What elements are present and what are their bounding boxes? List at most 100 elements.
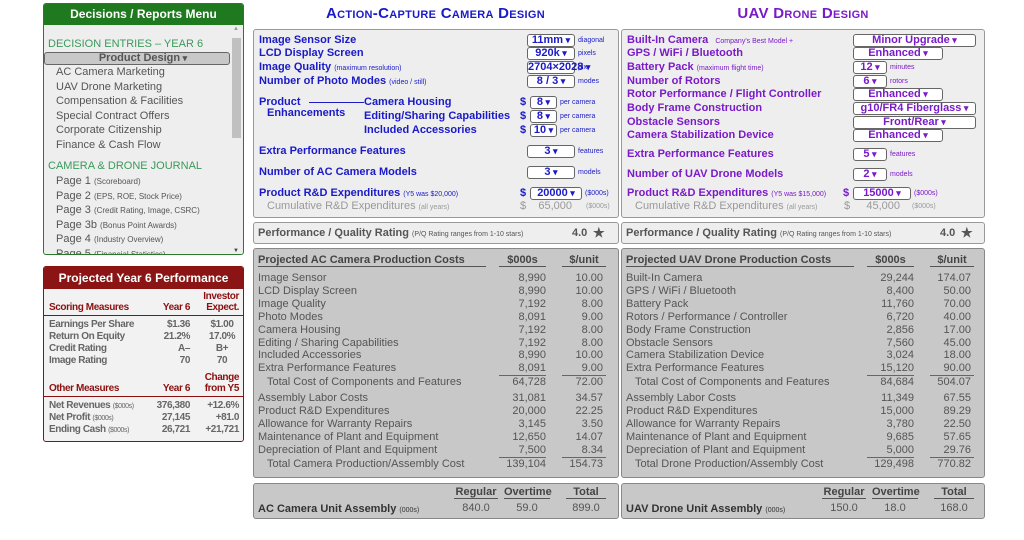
journal-page-link[interactable]: Page 3b (Bonus Point Awards) — [44, 218, 230, 233]
assembly-header-overtime: Overtime — [504, 486, 552, 499]
menu-item[interactable]: AC Camera Marketing — [44, 65, 230, 80]
lcd-dropdown[interactable]: 920k — [527, 47, 575, 60]
measure-expect: B+ — [215, 343, 229, 354]
stab-label: Camera Stabilization Device — [627, 129, 774, 141]
expect-header: Expect. — [206, 302, 239, 313]
other-unit: ($000s) — [92, 415, 114, 422]
cost-row-000s: 2,856 — [886, 323, 914, 336]
extra-dropdown[interactable]: 5 — [853, 148, 887, 161]
measure-label: Credit Rating — [49, 343, 107, 354]
cost-row-label: Battery Pack — [626, 297, 689, 310]
journal-page-link[interactable]: Page 3 (Credit Rating, Image, CSRC) — [44, 203, 230, 218]
journal-page-link[interactable]: Page 5 (Financial Statistics) — [44, 247, 230, 255]
other-header: Other Measures — [49, 383, 119, 394]
camera-design-title: Action-Capture Camera Design — [325, 5, 546, 22]
cost-row-label: Maintenance of Plant and Equipment — [626, 430, 807, 443]
rotorperf-label-text: Rotor Performance / Flight Controller — [627, 88, 822, 100]
camera-note: Company's Best Model + — [715, 38, 794, 45]
journal-page-link[interactable]: Page 2 (EPS, ROE, Stock Price) — [44, 189, 230, 204]
investor-header: Investor — [203, 291, 239, 302]
menu-item[interactable]: Compensation & Facilities — [44, 94, 230, 109]
dollar-sign: $ — [843, 187, 850, 199]
menu-item[interactable]: UAV Drone Marketing — [44, 80, 230, 95]
journal-page-number: Page 4 — [56, 233, 91, 245]
dollar-sign: $ — [520, 187, 527, 199]
accessories-dropdown[interactable]: 10 — [530, 124, 557, 137]
assembly-value-overtime: 59.0 — [516, 502, 538, 514]
extra-dropdown[interactable]: 3 — [527, 145, 575, 158]
journal-page-link[interactable]: Page 4 (Industry Overview) — [44, 232, 230, 247]
cost-row-label: Depreciation of Plant and Equipment — [626, 443, 806, 456]
rd-label: Product R&D Expenditures (Y5 was $20,000… — [259, 187, 458, 199]
housing-dropdown[interactable]: 8 — [530, 96, 557, 109]
frame-dropdown[interactable]: g10/FR4 Fiberglass — [853, 102, 976, 115]
camera-costs-table: Projected AC Camera Production Costs $000… — [253, 248, 619, 478]
rotors-dropdown[interactable]: 6 — [853, 75, 887, 88]
camera-dropdown[interactable]: Minor Upgrade — [853, 34, 976, 47]
assembly-note: (000s) — [399, 507, 420, 514]
assembly-value-overtime: 18.0 — [884, 502, 906, 514]
assembly-note: (000s) — [765, 507, 786, 514]
menu-item[interactable]: Finance & Cash Flow — [44, 138, 230, 153]
models-dropdown[interactable]: 2 — [853, 168, 887, 181]
subtotal-label: Total Cost of Components and Features — [267, 376, 462, 389]
battery-dropdown[interactable]: 12 — [853, 61, 887, 74]
cost-row-unit: 18.00 — [943, 349, 971, 362]
quality-dropdown[interactable]: 2704×2028 — [527, 61, 583, 74]
change-header: Change — [204, 372, 240, 383]
journal-page-desc: (Credit Rating, Image, CSRC) — [93, 206, 200, 215]
scroll-up-icon[interactable]: ▲ — [233, 26, 239, 32]
assembly-value-regular: 840.0 — [462, 502, 490, 514]
stab-dropdown[interactable]: Enhanced — [853, 129, 943, 142]
rating-value: 4.0 — [572, 227, 588, 239]
cost-row-000s: 7,192 — [518, 297, 546, 310]
cost-row-unit: 45.00 — [943, 336, 971, 349]
cost-row-000s: 7,560 — [886, 336, 914, 349]
cum-label: Cumulative R&D Expenditures (all years) — [635, 200, 817, 212]
obstacle-dropdown[interactable]: Front/Rear — [853, 116, 976, 129]
measure-expect: $1.00 — [210, 319, 234, 330]
modes-note: (video / still) — [389, 79, 427, 86]
rotorperf-dropdown[interactable]: Enhanced — [853, 88, 943, 101]
menu-scrollbar[interactable]: ▲ ▼ — [231, 26, 242, 254]
models-dropdown[interactable]: 3 — [527, 166, 575, 179]
models-unit: models — [578, 169, 601, 176]
extra-label-text: Extra Performance Features — [259, 145, 406, 157]
scoring-header: Scoring Measures — [49, 302, 129, 313]
quality-note: (maximum resolution) — [334, 65, 402, 72]
editing-dropdown[interactable]: 8 — [530, 110, 557, 123]
quality-label-text: Image Quality — [259, 61, 332, 73]
assembly-label: AC Camera Unit Assembly (000s) — [258, 503, 419, 515]
rating-note: (P/Q Rating ranges from 1-10 stars) — [780, 231, 892, 238]
scroll-thumb[interactable] — [232, 38, 241, 138]
cum-label: Cumulative R&D Expenditures (all years) — [267, 200, 449, 212]
cost-row-000s: 9,685 — [886, 430, 914, 443]
sensor-dropdown[interactable]: 11mm — [527, 34, 575, 47]
housing-label: Camera Housing — [364, 96, 451, 108]
subtotal-label: Total Cost of Components and Features — [635, 376, 830, 389]
rd-note: (Y5 was $20,000) — [403, 191, 459, 198]
cost-row-label: Rotors / Performance / Controller — [626, 310, 788, 323]
drone-rating-bar: Performance / Quality Rating (P/Q Rating… — [621, 222, 985, 244]
dollar-sign: $ — [520, 200, 527, 212]
menu-item[interactable]: Corporate Citizenship — [44, 123, 230, 138]
rotors-unit: rotors — [890, 78, 908, 85]
assembly-header-overtime: Overtime — [872, 486, 920, 499]
rd-label-text: Product R&D Expenditures — [259, 187, 401, 199]
rating-value: 4.0 — [940, 227, 956, 239]
menu-item[interactable]: Special Contract Offers — [44, 109, 230, 124]
col-000s-header: $000s — [867, 254, 914, 267]
scroll-down-icon[interactable]: ▼ — [233, 248, 239, 254]
rd-dropdown[interactable]: 20000 — [530, 187, 582, 200]
menu-item[interactable]: Product Design — [44, 52, 230, 65]
journal-page-link[interactable]: Page 1 (Scoreboard) — [44, 174, 230, 189]
dollar-sign: $ — [520, 124, 527, 136]
cost-row-unit: 29.76 — [943, 443, 971, 456]
battery-label-text: Battery Pack — [627, 61, 694, 73]
gps-dropdown[interactable]: Enhanced — [853, 47, 943, 60]
modes-dropdown[interactable]: 8 / 3 — [527, 75, 575, 88]
rd-dropdown[interactable]: 15000 — [853, 187, 911, 200]
quality-unit: pix. — [578, 64, 589, 71]
journal-page-desc: (Scoreboard) — [93, 177, 141, 186]
journal-page-desc: (Bonus Point Awards) — [100, 220, 177, 230]
